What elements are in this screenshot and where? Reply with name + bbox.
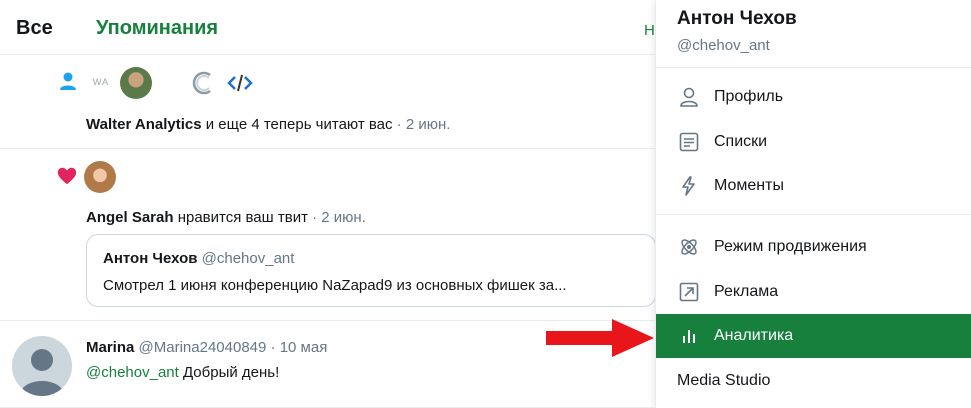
mention-link[interactable]: @chehov_ant (86, 364, 179, 381)
menu-user-handle: @chehov_ant (677, 37, 770, 54)
avatar[interactable] (12, 336, 72, 396)
menu-item-analytics[interactable]: Аналитика (656, 314, 971, 358)
tweet-date[interactable]: · 10 мая (266, 339, 328, 356)
red-arrow-icon (546, 319, 654, 357)
tweet-text: @chehov_ant Добрый день! (86, 364, 280, 381)
c-logo-icon[interactable] (190, 69, 218, 97)
person-icon (60, 72, 76, 90)
tab-mentions[interactable]: Упоминания (96, 17, 218, 40)
account-menu: Антон Чехов @chehov_ant Профиль Списки М… (655, 0, 971, 408)
like-notification[interactable]: Angel Sarah нравится ваш твит · 2 июн. А… (0, 149, 660, 321)
like-text: Angel Sarah нравится ваш твит · 2 июн. (86, 209, 366, 226)
divider (656, 214, 971, 215)
menu-item-ads[interactable]: Реклама (656, 270, 971, 314)
bar-chart-icon (683, 330, 695, 343)
quoted-tweet[interactable]: Антон Чехов @chehov_ant Смотрел 1 июня к… (86, 234, 656, 307)
person-icon (680, 87, 698, 107)
actor-name[interactable]: Walter Analytics (86, 116, 202, 133)
walter-analytics-logo[interactable]: WA (86, 67, 116, 97)
menu-item-promote-mode[interactable]: Режим продвижения (656, 225, 971, 269)
avatar[interactable] (120, 67, 152, 99)
avatar[interactable] (84, 161, 116, 193)
menu-item-moments[interactable]: Моменты (656, 164, 971, 208)
lightning-icon (682, 176, 695, 196)
tab-all[interactable]: Все (16, 17, 53, 40)
quoted-author-name: Антон Чехов (103, 250, 198, 267)
quoted-tweet-header: Антон Чехов @chehov_ant (103, 250, 294, 267)
divider (656, 67, 971, 68)
external-arrow-icon (679, 282, 699, 302)
menu-item-media-studio[interactable]: Media Studio (677, 372, 770, 390)
promote-icon (681, 239, 697, 255)
quoted-author-handle: @chehov_ant (201, 250, 295, 267)
quoted-tweet-text: Смотрел 1 июня конференцию NaZapad9 из о… (103, 277, 567, 294)
notifications-tabs: Все Упоминания Н (0, 0, 660, 55)
default-avatar-icon (20, 349, 64, 396)
actor-name[interactable]: Angel Sarah (86, 209, 174, 226)
menu-user-name[interactable]: Антон Чехов (677, 8, 797, 30)
code-brackets-icon[interactable] (226, 69, 254, 97)
list-icon (679, 132, 699, 152)
heart-icon (57, 167, 77, 185)
follow-text: Walter Analytics и еще 4 теперь читают в… (86, 116, 451, 133)
menu-item-profile[interactable]: Профиль (656, 75, 971, 119)
tweet-header: Marina @Marina24040849 · 10 мая (86, 339, 327, 356)
tweet-author-name[interactable]: Marina (86, 339, 134, 356)
menu-item-lists[interactable]: Списки (656, 120, 971, 164)
tweet-author-handle[interactable]: @Marina24040849 (139, 339, 267, 356)
follow-notification[interactable]: WA Walter Analytics и еще 4 теперь читаю… (0, 55, 660, 149)
tab-extra-clipped[interactable]: Н (644, 22, 655, 39)
